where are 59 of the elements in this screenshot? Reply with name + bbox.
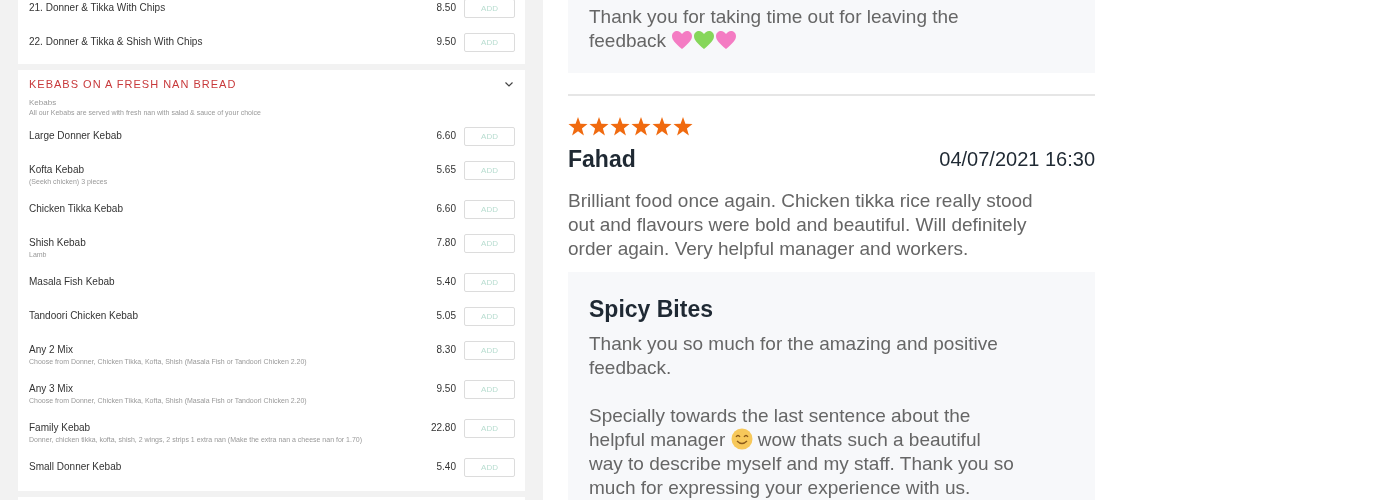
star-icon xyxy=(610,117,630,136)
add-button[interactable]: ADD xyxy=(464,307,515,326)
reply-text: much for expressing your experience with us. xyxy=(589,477,971,498)
star-icon xyxy=(631,117,651,136)
item-price: 22.80 xyxy=(430,421,456,434)
item-price: 6.60 xyxy=(436,202,456,215)
item-price: 5.40 xyxy=(436,275,456,288)
add-button[interactable]: ADD xyxy=(464,380,515,399)
reviewer-name: Fahad xyxy=(568,145,636,174)
reply-text: Thank you so much for the amazing and positive xyxy=(589,333,998,354)
item-name: Any 3 Mix xyxy=(29,382,74,395)
reply-author: Spicy Bites xyxy=(589,294,714,324)
add-button[interactable]: ADD xyxy=(464,234,515,253)
item-price: 5.05 xyxy=(436,309,456,322)
star-icon xyxy=(568,117,588,136)
smiley-icon xyxy=(730,428,753,450)
category-name: Kebabs xyxy=(28,98,58,108)
reply-text: Specially towards the last sentence about the xyxy=(589,405,971,426)
chevron-icon[interactable] xyxy=(505,81,513,87)
item-name: Family Kebab xyxy=(29,421,92,434)
star-icon xyxy=(673,117,693,136)
reply-text: Thank you for taking time out for leaving the xyxy=(589,6,959,27)
reply-text: wow thats such a beautiful xyxy=(757,429,981,450)
star-icon xyxy=(589,117,609,136)
add-button[interactable]: ADD xyxy=(464,200,515,219)
add-button[interactable]: ADD xyxy=(464,33,515,52)
item-name: Masala Fish Kebab xyxy=(29,275,116,288)
add-button[interactable]: ADD xyxy=(464,341,515,360)
reply-text: feedback xyxy=(589,30,667,51)
item-name: Large Donner Kebab xyxy=(29,129,123,142)
star-icon xyxy=(652,117,672,136)
item-price: 9.50 xyxy=(436,35,456,48)
item-name: Any 2 Mix xyxy=(29,343,74,356)
review-text: Brilliant food once again. Chicken tikka rice really stood out and flavours were bold and beautiful. Will definitely order again. Very helpful manager and workers. xyxy=(568,188,1034,261)
reply-text: way to describe myself and my staff. Thank you so xyxy=(589,453,1014,474)
item-price: 6.60 xyxy=(436,129,456,142)
reply-text: feedback. xyxy=(589,357,672,378)
item-price: 8.50 xyxy=(436,1,456,14)
item-price: 5.40 xyxy=(436,460,456,473)
reply-text: helpful manager xyxy=(589,429,726,450)
review-date: 04/07/2021 16:30 xyxy=(939,147,1095,173)
item-price: 9.50 xyxy=(436,382,456,395)
item-name: Tandoori Chicken Kebab xyxy=(29,309,139,322)
section-title: KEBABS ON A FRESH NAN BREAD xyxy=(29,76,238,92)
item-name: 22. Donner & Tikka & Shish With Chips xyxy=(29,35,204,48)
item-price: 5.65 xyxy=(436,163,456,176)
item-name: Chicken Tikka Kebab xyxy=(29,202,124,215)
item-name: Kofta Kebab xyxy=(29,163,86,176)
add-button[interactable]: ADD xyxy=(464,419,515,438)
add-button[interactable]: ADD xyxy=(464,127,515,146)
item-name: Small Donner Kebab xyxy=(29,460,123,473)
add-button[interactable]: ADD xyxy=(464,0,515,18)
item-price: 8.30 xyxy=(436,343,456,356)
add-button[interactable]: ADD xyxy=(464,273,515,292)
item-name: Shish Kebab xyxy=(29,236,87,249)
add-button[interactable]: ADD xyxy=(464,161,515,180)
add-button[interactable]: ADD xyxy=(464,458,515,477)
item-name: 21. Donner & Tikka With Chips xyxy=(29,1,167,14)
item-price: 7.80 xyxy=(436,236,456,249)
